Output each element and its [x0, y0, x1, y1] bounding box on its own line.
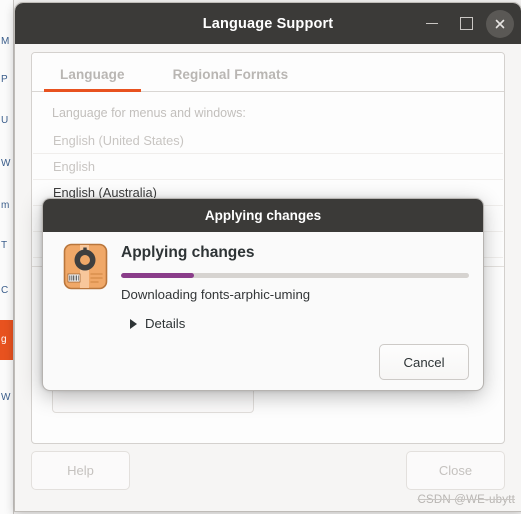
watermark: CSDN @WE-ubytt — [417, 494, 515, 506]
dialog-status-text: Downloading fonts-arphic-uming — [121, 287, 311, 302]
help-button[interactable]: Help — [31, 451, 130, 490]
background-window-fragments: M P U W m T C g W — [0, 0, 14, 514]
dialog-titlebar: Applying changes — [43, 199, 483, 232]
window-title: Language Support — [202, 15, 334, 32]
background-window-strip: M P U W m T C g W — [0, 0, 14, 514]
dialog-heading: Applying changes — [121, 244, 255, 261]
tab-language[interactable]: Language — [44, 67, 141, 92]
close-icon[interactable] — [486, 9, 514, 38]
maximize-icon[interactable] — [452, 10, 480, 38]
details-label: Details — [145, 316, 186, 331]
progress-bar-fill — [121, 273, 195, 278]
bg-fragment: T — [1, 240, 8, 251]
dialog-title: Applying changes — [204, 208, 322, 223]
bg-fragment: U — [1, 115, 9, 126]
tab-bar: Language Regional Formats — [32, 53, 504, 92]
progress-bar — [121, 273, 469, 278]
bg-fragment-highlighted: g — [1, 334, 7, 345]
bg-orange-highlight: g — [0, 320, 13, 360]
window-action-bar: Help Close — [31, 451, 505, 490]
triangle-right-icon — [130, 318, 137, 329]
list-item[interactable]: English — [33, 154, 503, 180]
bg-fragment: m — [1, 200, 10, 211]
bg-fragment: M — [1, 36, 10, 47]
tab-regional-formats[interactable]: Regional Formats — [157, 67, 305, 91]
close-button[interactable]: Close — [406, 451, 505, 490]
window-controls — [418, 3, 514, 44]
dialog-footer: Cancel — [379, 344, 469, 380]
applying-changes-dialog: Applying changes Applying changes Downlo… — [42, 198, 484, 391]
list-item[interactable]: English (United States) — [33, 128, 503, 154]
details-disclosure[interactable]: Details — [130, 316, 469, 331]
dialog-main: Applying changes Downloading fonts-arphi… — [121, 242, 469, 331]
minimize-icon[interactable] — [418, 10, 446, 38]
bg-fragment: W — [1, 392, 11, 403]
bg-fragment: C — [1, 285, 9, 296]
window-titlebar: Language Support — [15, 3, 521, 44]
language-list-label: Language for menus and windows: — [52, 106, 246, 120]
package-gear-icon — [63, 243, 108, 290]
bg-fragment: W — [1, 158, 11, 169]
bg-fragment: P — [1, 74, 8, 85]
dialog-body: Applying changes Downloading fonts-arphi… — [43, 232, 483, 390]
cancel-button[interactable]: Cancel — [379, 344, 469, 380]
screen-root: M P U W m T C g W Language Support Langu… — [0, 0, 521, 514]
